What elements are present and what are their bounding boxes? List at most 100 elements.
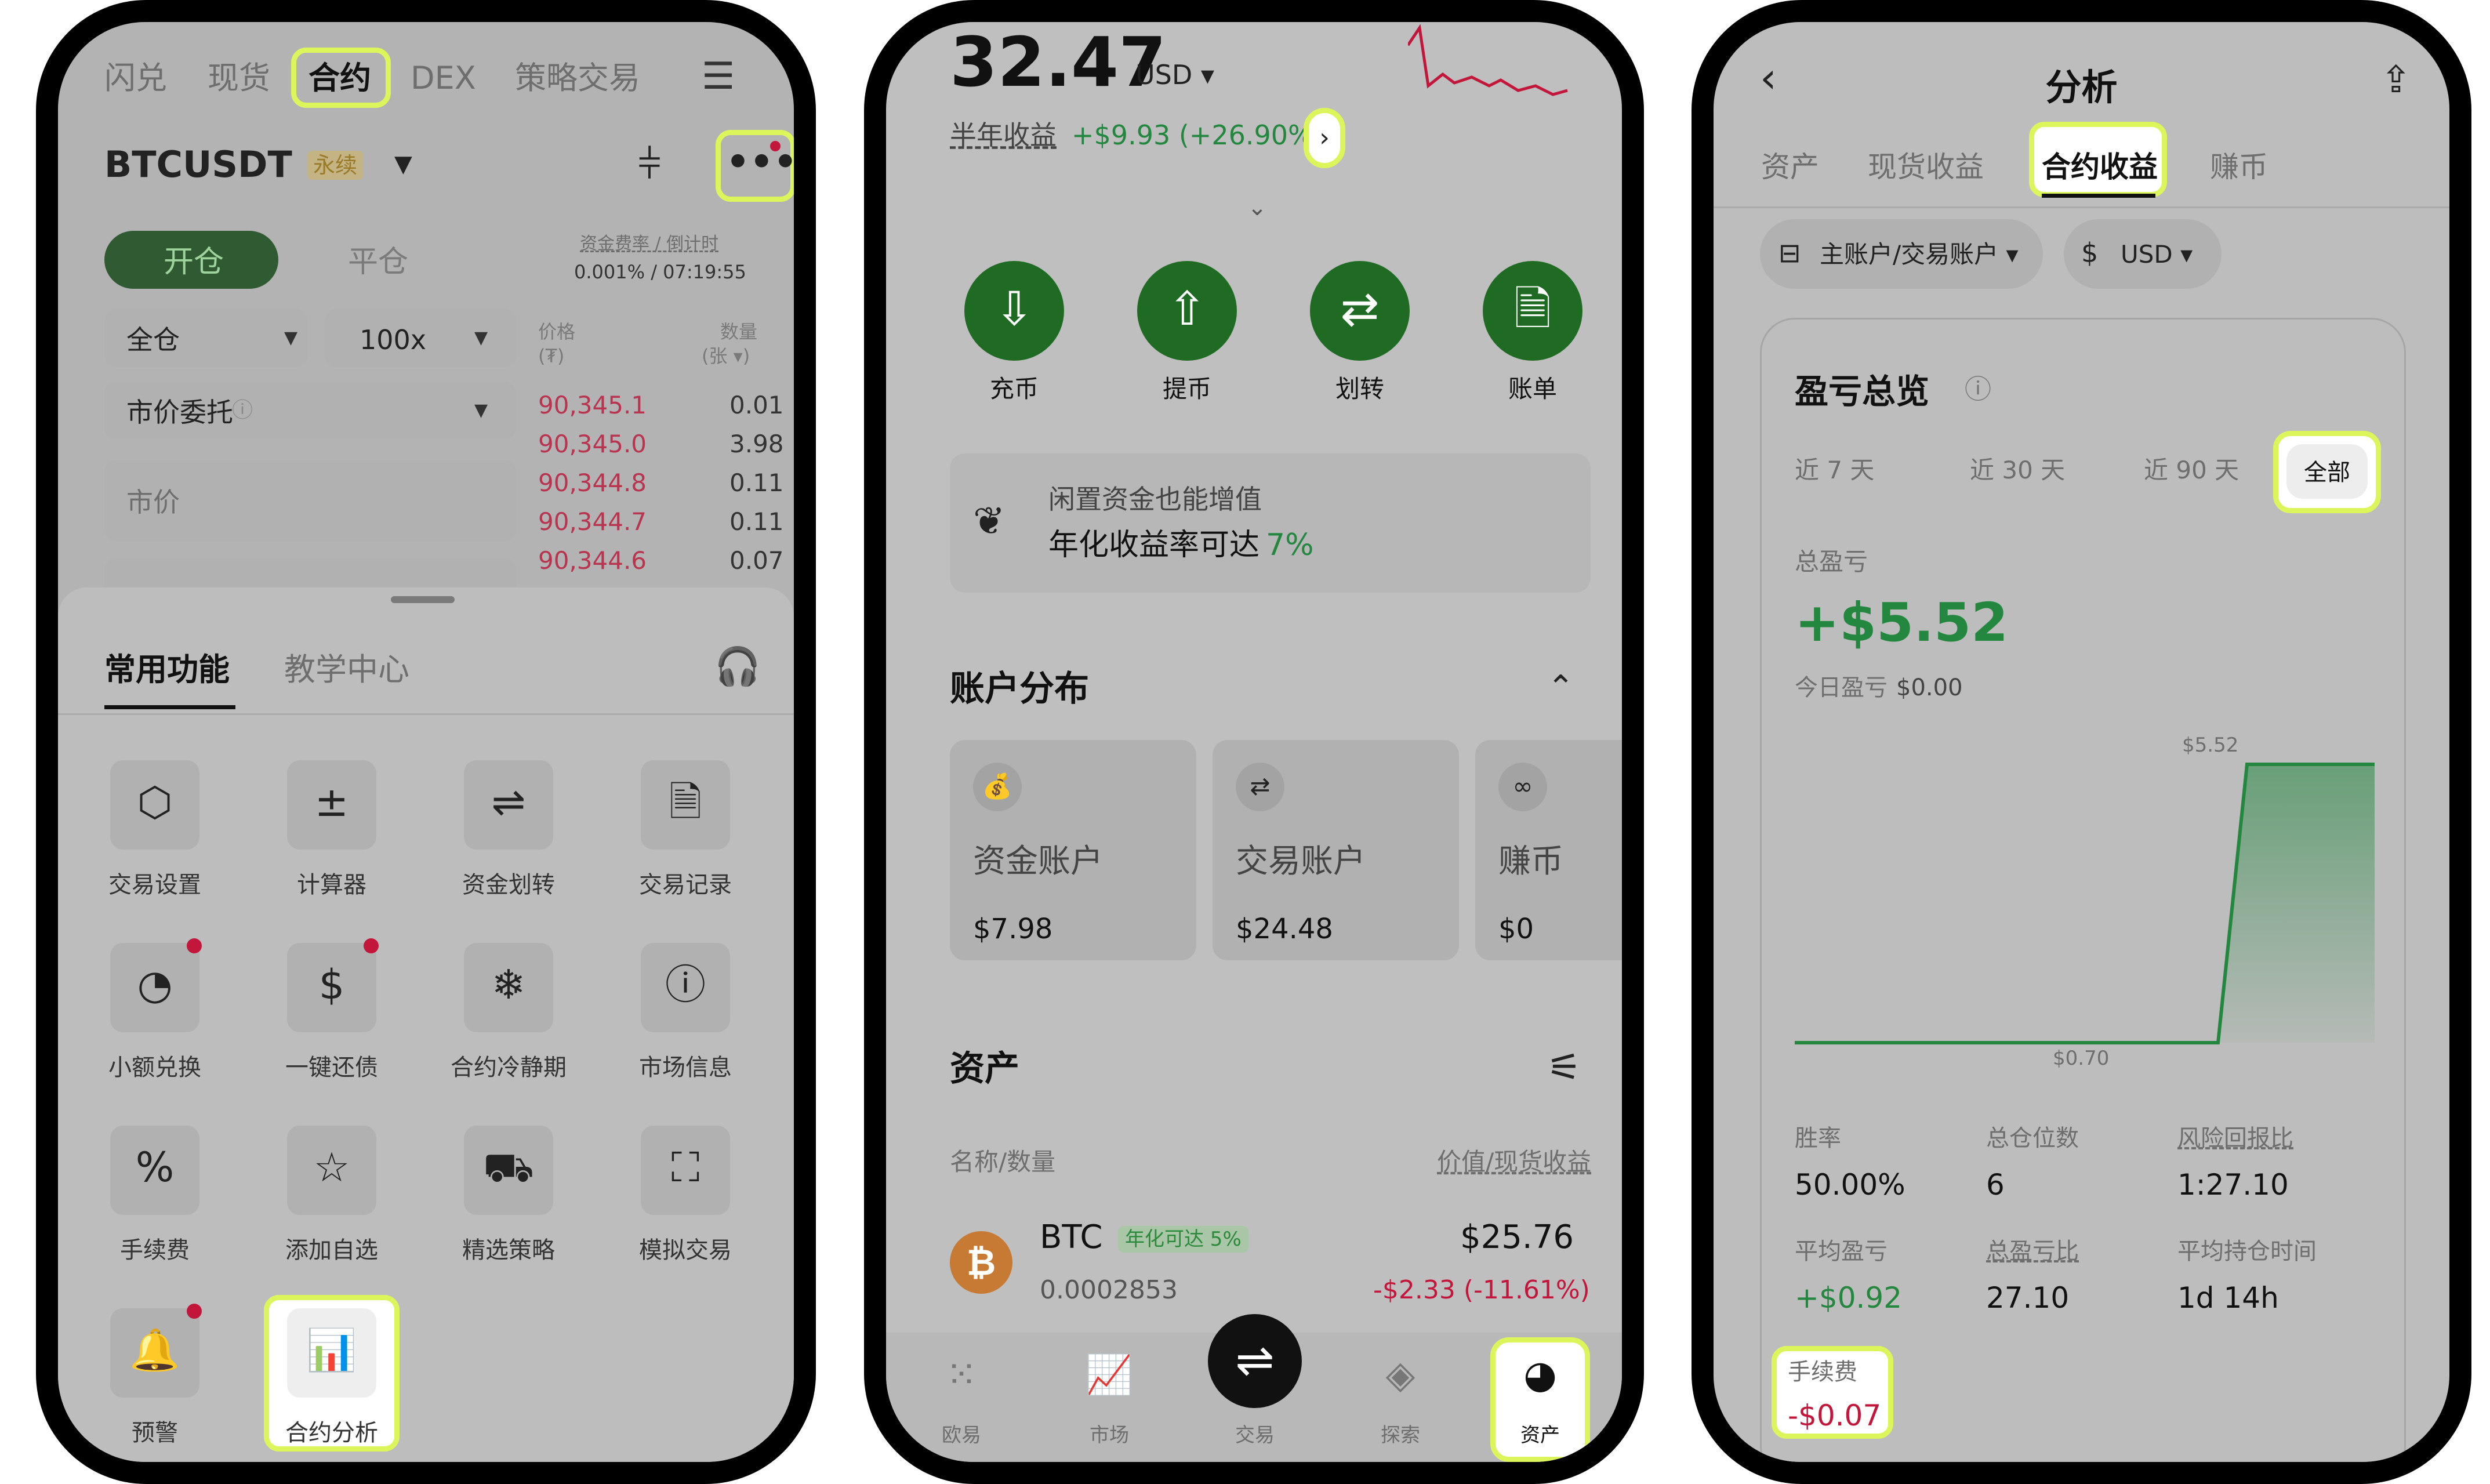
headset-icon[interactable]: 🎧 xyxy=(714,648,761,685)
pie-chart-icon: ◕ xyxy=(1523,1352,1557,1397)
chevron-right-icon: › xyxy=(1319,123,1330,153)
promo-rate: 7% xyxy=(1266,528,1314,563)
stat-label: 总盈亏比 xyxy=(1986,1238,2079,1265)
phone-2-screen: 32.47 USD ▾ 半年收益 +$9.93 (+26.90%) › ⌄ ⇩ … xyxy=(886,22,1622,1462)
okx-logo-icon[interactable]: ⁙ xyxy=(909,1356,1014,1394)
stat-label: 平均持仓时间 xyxy=(2177,1238,2317,1265)
symbol-dropdown-icon[interactable]: ▼ xyxy=(394,153,412,176)
filter-sliders-icon[interactable]: ⚟ xyxy=(1547,1048,1581,1087)
grid-label: 交易设置 xyxy=(108,872,201,898)
compass-icon[interactable]: ◈ xyxy=(1348,1356,1453,1394)
today-pnl-label: 今日盈亏 xyxy=(1795,674,1888,701)
withdraw-label: 提币 xyxy=(1162,375,1211,403)
tab-earn[interactable]: 赚币 xyxy=(2210,153,2268,182)
tab-futures-pnl[interactable]: 合约收益 xyxy=(2042,153,2158,182)
tab-flash-swap[interactable]: 闪兑 xyxy=(104,63,167,94)
dollar-coin-icon: $ xyxy=(318,961,345,1008)
grid-label: 一键还债 xyxy=(285,1054,378,1081)
account-distribution-title: 账户分布 xyxy=(950,669,1089,709)
book-row-price[interactable]: 90,345.0 xyxy=(538,432,647,456)
symbol-name[interactable]: BTCUSDT xyxy=(104,147,292,183)
asset-quantity: 0.0002853 xyxy=(1040,1275,1178,1305)
pnl-area-fill xyxy=(1795,764,2375,1043)
stat-value: 1d 14h xyxy=(2177,1281,2279,1315)
share-icon[interactable]: ⇪ xyxy=(2380,61,2412,99)
nav-label: 探索 xyxy=(1381,1424,1420,1447)
tab-futures-underline xyxy=(2042,194,2155,198)
book-row-price[interactable]: 90,344.7 xyxy=(538,510,647,534)
tab-dex[interactable]: DEX xyxy=(411,63,476,94)
sheet-tab-tutorial[interactable]: 教学中心 xyxy=(284,654,409,685)
tab-futures[interactable]: 合约 xyxy=(308,63,371,94)
order-type-info-icon[interactable]: ⓘ xyxy=(232,400,253,421)
candle-chart-icon[interactable]: ⫩ xyxy=(638,144,661,184)
asset-apr-badge[interactable]: 年化可达 5% xyxy=(1118,1226,1248,1253)
chart-max-label: $5.52 xyxy=(2182,734,2239,757)
grid-label: 小额兑换 xyxy=(108,1054,201,1081)
nav-label: 市场 xyxy=(1090,1424,1129,1447)
sheet-drag-handle[interactable] xyxy=(391,596,455,603)
grid-label: 交易记录 xyxy=(639,872,732,898)
earn-account-name: 赚币 xyxy=(1498,843,1563,880)
earn-account-value: $0 xyxy=(1498,913,1534,945)
phone-1-screen: 闪兑 现货 合约 DEX 策略交易 ☰ BTCUSDT 永续 ▼ ⫩ ••• 开… xyxy=(58,22,794,1462)
more-icon[interactable]: ••• xyxy=(726,144,794,181)
funding-rate-label: 资金费率 / 倒计时 xyxy=(580,234,719,254)
book-row-qty: 3.98 xyxy=(729,430,784,458)
grid-label: 预警 xyxy=(132,1420,178,1446)
book-row-price[interactable]: 90,344.8 xyxy=(538,471,647,495)
calculator-icon: ± xyxy=(314,778,349,826)
sprout-icon: ❦ xyxy=(973,499,1006,543)
book-row-price[interactable]: 90,344.6 xyxy=(538,549,647,573)
market-chart-icon[interactable]: 📈 xyxy=(1057,1356,1161,1394)
book-row-price[interactable]: 90,345.1 xyxy=(538,393,647,418)
today-pnl-value: $0.00 xyxy=(1896,674,1963,701)
period-90d[interactable]: 近 90 天 xyxy=(2144,458,2239,482)
book-qty-unit: (张 ▾) xyxy=(702,345,750,367)
close-position-tab[interactable]: 平仓 xyxy=(348,247,408,277)
promo-line-1: 闲置资金也能增值 xyxy=(1048,484,1262,515)
transfer-label: 划转 xyxy=(1335,375,1384,403)
strategy-cart-icon: ⛟ xyxy=(482,1144,535,1191)
expand-chevron-icon[interactable]: ⌄ xyxy=(1240,196,1275,219)
deposit-label: 充币 xyxy=(989,375,1039,403)
currency-select[interactable]: USD ▾ xyxy=(1135,61,1214,88)
half-year-value: +$9.93 (+26.90%) xyxy=(1072,119,1324,151)
bill-label: 账单 xyxy=(1508,375,1557,403)
book-row-qty: 0.07 xyxy=(729,546,784,575)
asset-name[interactable]: BTC xyxy=(1040,1221,1102,1254)
sheet-divider xyxy=(58,713,794,715)
sheet-tab-common[interactable]: 常用功能 xyxy=(104,654,230,685)
percent-icon: % xyxy=(135,1144,175,1191)
grid-label: 市场信息 xyxy=(639,1054,732,1081)
period-7d[interactable]: 近 7 天 xyxy=(1795,458,1874,482)
phone-1: 闪兑 现货 合约 DEX 策略交易 ☰ BTCUSDT 永续 ▼ ⫩ ••• 开… xyxy=(36,0,816,1484)
menu-lines-icon[interactable]: ☰ xyxy=(702,58,735,95)
asset-value: $25.76 xyxy=(1460,1218,1574,1256)
order-type-value: 市价委托 xyxy=(126,397,233,428)
tab-spot[interactable]: 现货 xyxy=(208,63,270,94)
asset-pnl: -$2.33 (-11.61%) xyxy=(1373,1275,1590,1305)
collapse-chevron-icon[interactable]: ⌃ xyxy=(1547,672,1574,704)
bill-icon: 🗎 xyxy=(1513,282,1552,336)
info-icon[interactable]: ⓘ xyxy=(1965,376,1991,402)
tabs-divider xyxy=(1714,206,2449,208)
stat-value: 50.00% xyxy=(1795,1168,1905,1202)
dollar-circle-icon: $ xyxy=(2081,237,2099,269)
margin-mode-caret-icon: ▼ xyxy=(284,328,298,348)
book-qty-header: 数量 xyxy=(720,321,758,343)
fee-value: -$0.07 xyxy=(1788,1399,1882,1432)
nav-label: 资产 xyxy=(1520,1424,1560,1447)
bar-chart-icon: 📊 xyxy=(306,1326,357,1374)
period-30d[interactable]: 近 30 天 xyxy=(1970,458,2065,482)
tab-spot-pnl[interactable]: 现货收益 xyxy=(1868,153,1984,182)
trade-swap-icon: ⇌ xyxy=(1235,1333,1275,1387)
grid-label: 手续费 xyxy=(120,1237,190,1264)
earn-promo-card[interactable] xyxy=(950,453,1591,593)
tab-strategy[interactable]: 策略交易 xyxy=(515,63,640,94)
grid-label: 添加自选 xyxy=(285,1237,378,1264)
grid-label: 合约冷静期 xyxy=(451,1054,567,1081)
wallet-icon: ⊟ xyxy=(1778,237,1801,269)
stat-value: 6 xyxy=(1986,1168,2005,1202)
tab-assets[interactable]: 资产 xyxy=(1761,153,1819,182)
